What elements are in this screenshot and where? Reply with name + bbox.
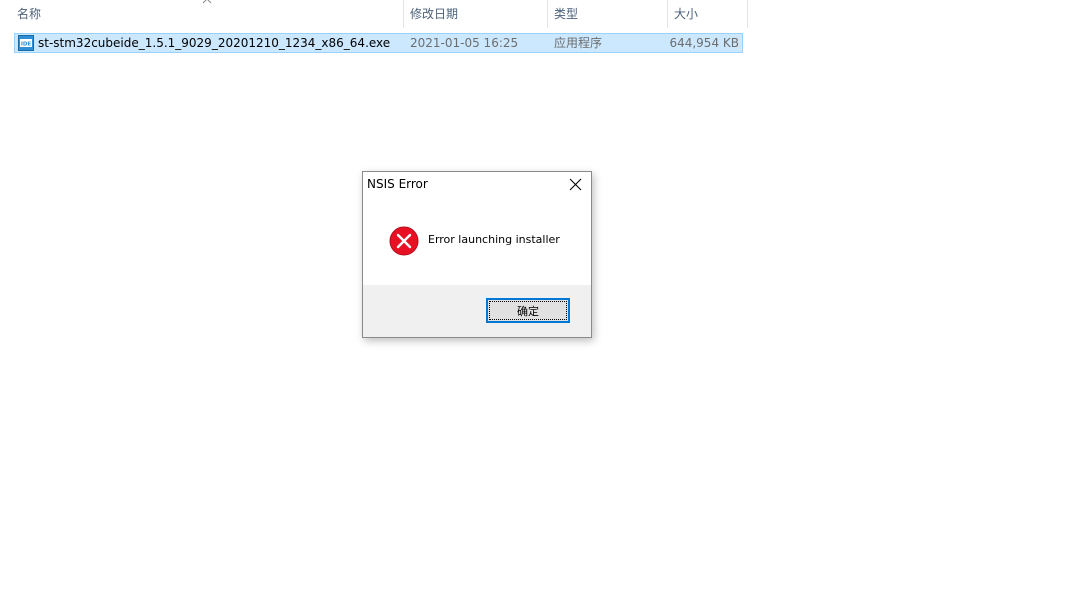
sort-ascending-icon xyxy=(202,0,212,4)
column-header: 名称 修改日期 类型 大小 xyxy=(0,0,748,28)
ide-installer-icon: IDE xyxy=(18,35,34,51)
svg-text:IDE: IDE xyxy=(21,42,32,48)
dialog-body: Error launching installer xyxy=(363,202,591,285)
column-type[interactable]: 类型 xyxy=(554,0,578,28)
error-message: Error launching installer xyxy=(428,233,560,246)
column-divider[interactable] xyxy=(667,0,668,28)
column-divider[interactable] xyxy=(547,0,548,28)
close-icon xyxy=(569,178,582,191)
column-divider[interactable] xyxy=(747,0,748,28)
close-button[interactable] xyxy=(561,172,591,198)
column-name[interactable]: 名称 xyxy=(17,0,41,28)
file-size: 644,954 KB xyxy=(669,36,739,50)
ok-button[interactable]: 确定 xyxy=(486,298,570,323)
file-modified-date: 2021-01-05 16:25 xyxy=(410,36,519,50)
error-dialog: NSIS Error Error launching installer 确定 xyxy=(362,171,592,338)
file-name: st-stm32cubeide_1.5.1_9029_20201210_1234… xyxy=(38,36,391,50)
file-row[interactable]: IDE st-stm32cubeide_1.5.1_9029_20201210_… xyxy=(14,33,743,53)
dialog-title: NSIS Error xyxy=(367,177,428,191)
column-size[interactable]: 大小 xyxy=(674,0,698,28)
column-modified[interactable]: 修改日期 xyxy=(410,0,458,28)
dialog-footer: 确定 xyxy=(363,285,591,337)
error-icon xyxy=(389,226,419,256)
column-divider[interactable] xyxy=(403,0,404,28)
file-type: 应用程序 xyxy=(554,36,603,50)
